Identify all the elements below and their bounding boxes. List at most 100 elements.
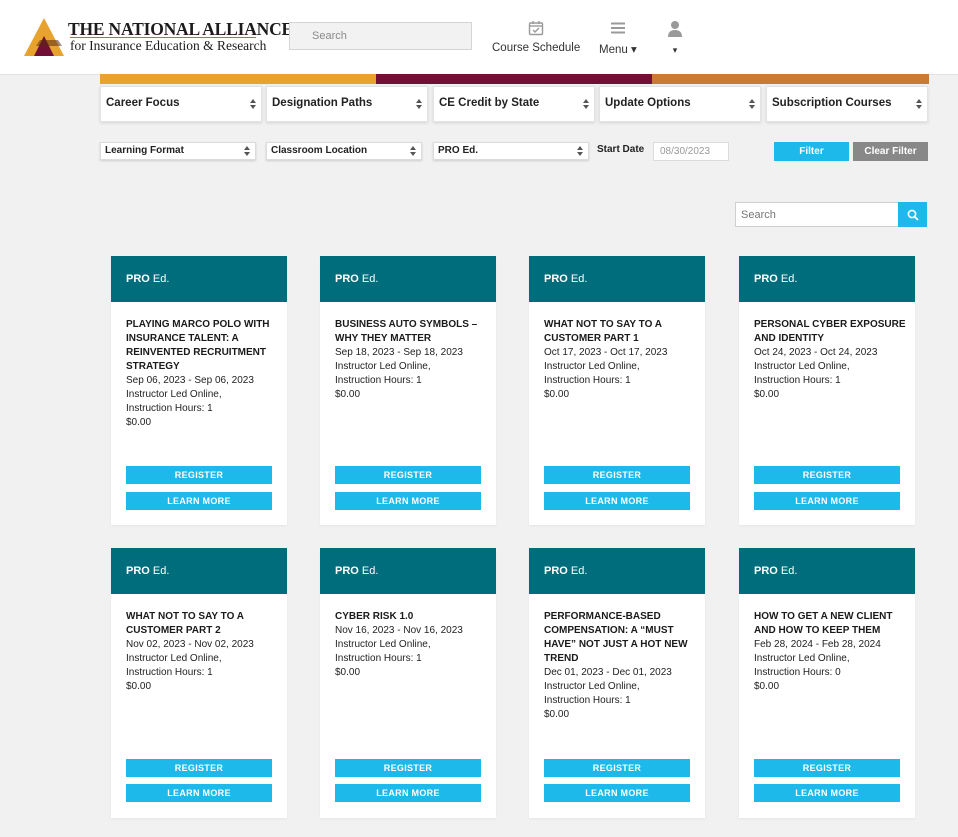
site-header: THE NATIONAL ALLIANCE for Insurance Educ… (0, 0, 958, 75)
register-button[interactable]: REGISTER (335, 466, 481, 484)
course-title[interactable]: CYBER RISK 1.0 (335, 610, 487, 624)
learn-more-button[interactable]: LEARN MORE (544, 784, 690, 802)
learn-more-button[interactable]: LEARN MORE (335, 784, 481, 802)
card-header: PRO Ed. (111, 256, 287, 302)
course-hours: Instruction Hours: 1 (754, 375, 841, 386)
course-title[interactable]: PLAYING MARCO POLO WITH INSURANCE TALENT… (126, 318, 278, 374)
course-title[interactable]: WHAT NOT TO SAY TO A CUSTOMER PART 1 (544, 318, 696, 346)
filter-select-label: Update Options (605, 97, 691, 109)
learn-more-button[interactable]: LEARN MORE (126, 784, 272, 802)
course-search-button[interactable] (898, 202, 927, 227)
course-search-input[interactable] (735, 202, 899, 227)
course-card: PRO Ed. PERSONAL CYBER EXPOSURE AND IDENT… (739, 256, 915, 525)
nav-user-caret: ▾ (672, 45, 678, 55)
learn-more-button[interactable]: LEARN MORE (335, 492, 481, 510)
course-title[interactable]: WHAT NOT TO SAY TO A CUSTOMER PART 2 (126, 610, 278, 638)
register-button[interactable]: REGISTER (754, 759, 900, 777)
brand-ed: Ed. (567, 273, 588, 285)
brand-pro: PRO (126, 565, 150, 577)
course-format: Instructor Led Online, (754, 361, 850, 372)
select-arrows-icon (244, 146, 250, 156)
register-button[interactable]: REGISTER (126, 759, 272, 777)
course-title[interactable]: PERSONAL CYBER EXPOSURE AND IDENTITY (754, 318, 906, 346)
course-title[interactable]: BUSINESS AUTO SYMBOLS – WHY THEY MATTER (335, 318, 487, 346)
filter-select-subscription-courses[interactable]: Subscription Courses (766, 86, 928, 122)
hamburger-icon (610, 22, 625, 34)
start-date-label: Start Date (597, 144, 645, 155)
filter-select-update-options[interactable]: Update Options (599, 86, 761, 122)
filter-select-pro-ed-[interactable]: PRO Ed. (433, 142, 589, 160)
filter-select-ce-credit-by-state[interactable]: CE Credit by State (433, 86, 595, 122)
logo[interactable]: THE NATIONAL ALLIANCE for Insurance Educ… (22, 16, 293, 58)
filter-select-learning-format[interactable]: Learning Format (100, 142, 256, 160)
course-hours: Instruction Hours: 1 (335, 375, 422, 386)
select-arrows-icon (410, 146, 416, 156)
nav-menu[interactable]: Menu ▾ (599, 20, 637, 56)
select-arrows-icon (916, 99, 922, 109)
card-header: PRO Ed. (320, 548, 496, 594)
register-button[interactable]: REGISTER (754, 466, 900, 484)
filter-select-label: Designation Paths (272, 97, 373, 109)
learn-more-button[interactable]: LEARN MORE (754, 784, 900, 802)
color-bar-gold (100, 74, 376, 84)
select-arrows-icon (250, 99, 256, 109)
select-arrows-icon (577, 146, 583, 156)
filter-button[interactable]: Filter (774, 142, 849, 161)
course-format: Instructor Led Online, (335, 361, 431, 372)
filter-select-label: CE Credit by State (439, 97, 540, 109)
color-bar-orange (652, 74, 929, 84)
course-hours: Instruction Hours: 1 (335, 653, 422, 664)
course-hours: Instruction Hours: 1 (126, 403, 213, 414)
brand-pro: PRO (544, 273, 568, 285)
filter-select-label: PRO Ed. (438, 145, 479, 156)
course-dates: Oct 24, 2023 - Oct 24, 2023 (754, 347, 878, 358)
register-button[interactable]: REGISTER (335, 759, 481, 777)
search-icon (907, 209, 919, 221)
register-button[interactable]: REGISTER (126, 466, 272, 484)
course-title[interactable]: HOW TO GET A NEW CLIENT AND HOW TO KEEP … (754, 610, 906, 638)
course-card: PRO Ed. CYBER RISK 1.0 Nov 16, 2023 - Nov … (320, 548, 496, 818)
filter-select-label: Subscription Courses (772, 97, 892, 109)
filter-select-career-focus[interactable]: Career Focus (100, 86, 262, 122)
clear-filter-button[interactable]: Clear Filter (853, 142, 928, 161)
course-format: Instructor Led Online, (544, 681, 640, 692)
filter-select-classroom-location[interactable]: Classroom Location (266, 142, 422, 160)
color-bar-maroon (376, 74, 652, 84)
card-header: PRO Ed. (320, 256, 496, 302)
register-button[interactable]: REGISTER (544, 466, 690, 484)
header-search-input[interactable] (289, 22, 472, 50)
course-dates: Sep 06, 2023 - Sep 06, 2023 (126, 375, 254, 386)
nav-course-schedule[interactable]: Course Schedule (492, 20, 580, 54)
card-header: PRO Ed. (529, 548, 705, 594)
nav-menu-label: Menu ▾ (599, 44, 637, 56)
learn-more-button[interactable]: LEARN MORE (544, 492, 690, 510)
select-arrows-icon (749, 99, 755, 109)
learn-more-button[interactable]: LEARN MORE (126, 492, 272, 510)
course-hours: Instruction Hours: 1 (544, 695, 631, 706)
brand-pro: PRO (335, 273, 359, 285)
learn-more-button[interactable]: LEARN MORE (754, 492, 900, 510)
course-title[interactable]: PERFORMANCE-BASED COMPENSATION: A “MUST … (544, 610, 696, 666)
course-dates: Nov 02, 2023 - Nov 02, 2023 (126, 639, 254, 650)
card-header: PRO Ed. (111, 548, 287, 594)
start-date-value: 08/30/2023 (660, 146, 711, 157)
brand-ed: Ed. (358, 565, 379, 577)
user-icon (668, 21, 682, 37)
start-date-input[interactable]: 08/30/2023 (653, 142, 729, 161)
course-card: PRO Ed. WHAT NOT TO SAY TO A CUSTOMER PAR… (529, 256, 705, 525)
card-header: PRO Ed. (739, 548, 915, 594)
course-format: Instructor Led Online, (335, 639, 431, 650)
nav-course-schedule-label: Course Schedule (492, 42, 581, 54)
course-price: $0.00 (335, 667, 361, 678)
filter-select-label: Learning Format (105, 145, 184, 156)
course-price: $0.00 (544, 389, 570, 400)
filter-select-designation-paths[interactable]: Designation Paths (266, 86, 428, 122)
course-card: PRO Ed. BUSINESS AUTO SYMBOLS – WHY THEY … (320, 256, 496, 525)
course-format: Instructor Led Online, (126, 389, 222, 400)
nav-user[interactable]: ▾ (666, 20, 684, 56)
brand-pro: PRO (126, 273, 150, 285)
course-dates: Dec 01, 2023 - Dec 01, 2023 (544, 667, 672, 678)
brand-ed: Ed. (567, 565, 588, 577)
register-button[interactable]: REGISTER (544, 759, 690, 777)
filter-select-label: Classroom Location (271, 145, 368, 156)
